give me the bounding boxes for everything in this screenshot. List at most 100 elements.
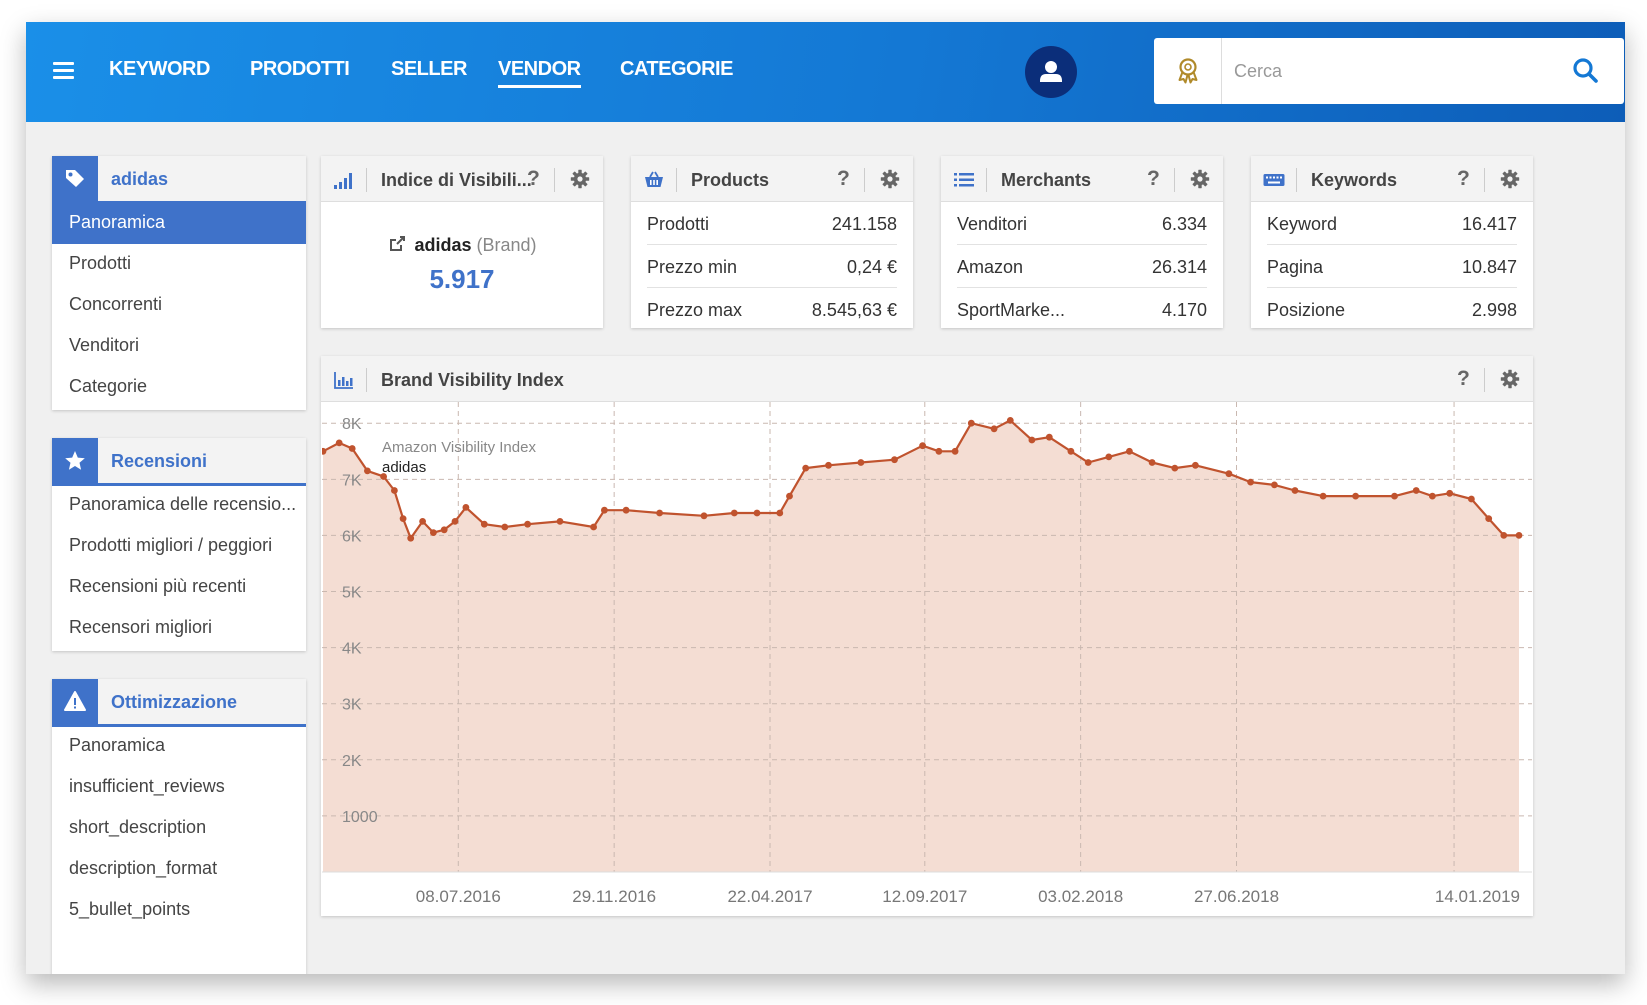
data-point[interactable] xyxy=(1192,461,1199,469)
data-point[interactable] xyxy=(1429,492,1436,500)
gear-icon[interactable] xyxy=(1190,169,1210,189)
nav-vendor[interactable]: VENDOR xyxy=(498,58,581,88)
sidebar-item-panoramica-recensioni[interactable]: Panoramica delle recensio... xyxy=(52,483,306,526)
data-point[interactable] xyxy=(753,509,761,517)
data-point[interactable] xyxy=(1148,459,1156,466)
external-link-icon[interactable] xyxy=(387,234,407,254)
help-icon[interactable]: ? xyxy=(1457,367,1470,391)
data-point[interactable] xyxy=(1067,447,1075,455)
data-point[interactable] xyxy=(590,523,597,531)
data-point[interactable] xyxy=(1446,489,1454,497)
data-point[interactable] xyxy=(419,518,426,525)
data-point[interactable] xyxy=(1291,487,1299,494)
sidebar-group-header[interactable]: Ottimizzazione xyxy=(52,679,306,727)
data-point[interactable] xyxy=(1126,447,1133,455)
data-point[interactable] xyxy=(656,509,663,517)
data-point[interactable] xyxy=(700,512,708,520)
data-point[interactable] xyxy=(524,520,531,528)
sidebar-item-prodotti[interactable]: Prodotti xyxy=(52,242,306,285)
search-input[interactable] xyxy=(1234,56,1554,86)
data-point[interactable] xyxy=(825,461,832,469)
data-point[interactable] xyxy=(480,520,488,528)
data-point[interactable] xyxy=(1468,495,1475,503)
data-point[interactable] xyxy=(1485,515,1493,522)
data-point[interactable] xyxy=(990,425,998,433)
gear-icon[interactable] xyxy=(570,169,590,189)
visibility-chart[interactable]: 8K 7K 6K 5K 4K 3K 2K 1000 08.07.2016 29.11.2016 22… xyxy=(319,402,1532,906)
data-point[interactable] xyxy=(857,459,865,466)
data-point[interactable] xyxy=(1271,481,1278,489)
sidebar-item-categorie[interactable]: Categorie xyxy=(52,365,306,408)
gear-icon[interactable] xyxy=(1500,369,1520,389)
data-point[interactable] xyxy=(1084,459,1092,466)
sidebar-group-recensioni: Recensioni Panoramica delle recensio... … xyxy=(52,438,306,651)
data-point[interactable] xyxy=(1319,492,1327,500)
data-point[interactable] xyxy=(935,447,943,455)
help-icon[interactable]: ? xyxy=(1147,167,1160,191)
data-point[interactable] xyxy=(967,419,975,427)
gear-icon[interactable] xyxy=(1500,169,1520,189)
nav-prodotti[interactable]: PRODOTTI xyxy=(250,58,350,81)
gear-icon[interactable] xyxy=(880,169,900,189)
data-point[interactable] xyxy=(802,464,810,472)
data-point[interactable] xyxy=(501,523,509,531)
data-point[interactable] xyxy=(391,487,398,494)
sidebar-item-recensioni-recenti[interactable]: Recensioni più recenti xyxy=(52,565,306,608)
nav-seller[interactable]: SELLER xyxy=(391,58,467,81)
data-point[interactable] xyxy=(1105,453,1113,461)
sidebar-item-venditori[interactable]: Venditori xyxy=(52,324,306,367)
data-point[interactable] xyxy=(622,506,630,514)
sidebar-item-5-bullet-points[interactable]: 5_bullet_points xyxy=(52,888,306,931)
data-point[interactable] xyxy=(430,529,437,536)
help-icon[interactable]: ? xyxy=(837,167,850,191)
search-badge[interactable] xyxy=(1154,38,1222,104)
sidebar-item-concorrenti[interactable]: Concorrenti xyxy=(52,283,306,326)
data-point[interactable] xyxy=(451,518,459,525)
sidebar-item-prodotti-migliori[interactable]: Prodotti migliori / peggiori xyxy=(52,524,306,567)
data-point[interactable] xyxy=(556,518,564,525)
data-point[interactable] xyxy=(1412,487,1420,494)
sidebar-group-header[interactable]: Recensioni xyxy=(52,438,306,486)
data-point[interactable] xyxy=(1171,464,1179,472)
data-point[interactable] xyxy=(348,445,356,452)
user-avatar-button[interactable] xyxy=(1025,46,1077,98)
nav-categorie[interactable]: CATEGORIE xyxy=(620,58,733,81)
data-point[interactable] xyxy=(1028,436,1036,444)
data-point[interactable] xyxy=(440,526,448,534)
data-point[interactable] xyxy=(364,467,371,475)
warning-icon xyxy=(64,691,86,711)
data-point[interactable] xyxy=(951,447,959,455)
data-point[interactable] xyxy=(335,439,343,447)
data-point[interactable] xyxy=(919,442,926,450)
data-point[interactable] xyxy=(601,506,608,514)
data-point[interactable] xyxy=(1500,532,1508,539)
sidebar-group-header[interactable]: adidas xyxy=(52,156,306,204)
sidebar-item-insufficient-reviews[interactable]: insufficient_reviews xyxy=(52,765,306,808)
data-point[interactable] xyxy=(1391,492,1398,500)
data-point[interactable] xyxy=(1247,478,1254,486)
data-point[interactable] xyxy=(1515,532,1523,539)
data-point[interactable] xyxy=(730,509,738,517)
legend-series-adidas[interactable]: adidas xyxy=(382,459,426,476)
sidebar-item-description-format[interactable]: description_format xyxy=(52,847,306,890)
data-point[interactable] xyxy=(891,456,898,464)
data-point[interactable] xyxy=(786,492,793,500)
data-point[interactable] xyxy=(407,534,415,542)
data-point[interactable] xyxy=(776,509,784,517)
data-point[interactable] xyxy=(1352,492,1359,500)
sidebar-item-panoramica-ottimizzazione[interactable]: Panoramica xyxy=(52,724,306,767)
brand-name[interactable]: adidas xyxy=(414,235,471,255)
data-point[interactable] xyxy=(399,515,407,522)
help-icon[interactable]: ? xyxy=(1457,167,1470,191)
help-icon[interactable]: ? xyxy=(527,167,540,191)
sidebar-item-recensori-migliori[interactable]: Recensori migliori xyxy=(52,606,306,649)
nav-keyword[interactable]: KEYWORD xyxy=(109,58,210,81)
data-point[interactable] xyxy=(462,504,470,511)
sidebar-item-short-description[interactable]: short_description xyxy=(52,806,306,849)
sidebar-item-panoramica[interactable]: Panoramica xyxy=(52,201,306,244)
hamburger-icon[interactable] xyxy=(53,62,74,80)
data-point[interactable] xyxy=(1225,470,1233,478)
data-point[interactable] xyxy=(1045,433,1053,441)
search-button[interactable] xyxy=(1569,54,1603,88)
data-point[interactable] xyxy=(1006,417,1014,424)
